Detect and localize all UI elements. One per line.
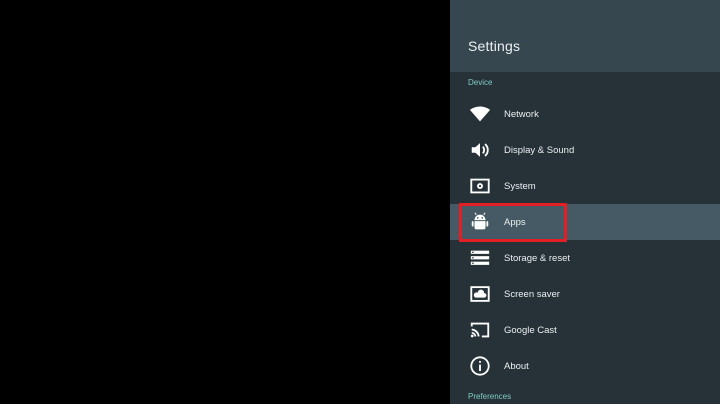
system-icon	[468, 174, 492, 198]
menu-item-label: System	[504, 180, 536, 192]
screen-saver-icon	[468, 282, 492, 306]
menu-item-label: About	[504, 360, 529, 372]
settings-panel: Settings Device Network Display & Sound	[450, 0, 720, 404]
video-area	[0, 0, 450, 404]
section-label-device: Device	[468, 78, 493, 87]
menu-item-label: Network	[504, 108, 539, 120]
storage-icon	[468, 246, 492, 270]
menu-item-label: Google Cast	[504, 324, 557, 336]
wifi-icon	[468, 102, 492, 126]
menu-item-screen-saver[interactable]: Screen saver	[450, 276, 720, 312]
cast-icon	[468, 318, 492, 342]
menu-item-display-sound[interactable]: Display & Sound	[450, 132, 720, 168]
menu-item-label: Storage & reset	[504, 252, 571, 264]
speaker-icon	[468, 138, 492, 162]
android-icon	[468, 210, 492, 234]
menu-item-apps[interactable]: Apps	[450, 204, 720, 240]
menu-item-storage-reset[interactable]: Storage & reset	[450, 240, 720, 276]
info-icon	[468, 354, 492, 378]
menu-item-label: Display & Sound	[504, 144, 575, 156]
menu-item-network[interactable]: Network	[450, 96, 720, 132]
menu-item-google-cast[interactable]: Google Cast	[450, 312, 720, 348]
menu-item-label: Apps	[504, 216, 526, 228]
menu-item-about[interactable]: About	[450, 348, 720, 384]
settings-header: Settings	[450, 0, 720, 72]
menu-item-label: Screen saver	[504, 288, 560, 300]
menu-item-system[interactable]: System	[450, 168, 720, 204]
page-title: Settings	[468, 38, 521, 54]
section-label-preferences: Preferences	[468, 392, 512, 401]
settings-menu: Network Display & Sound System Apps Stor…	[450, 96, 720, 384]
